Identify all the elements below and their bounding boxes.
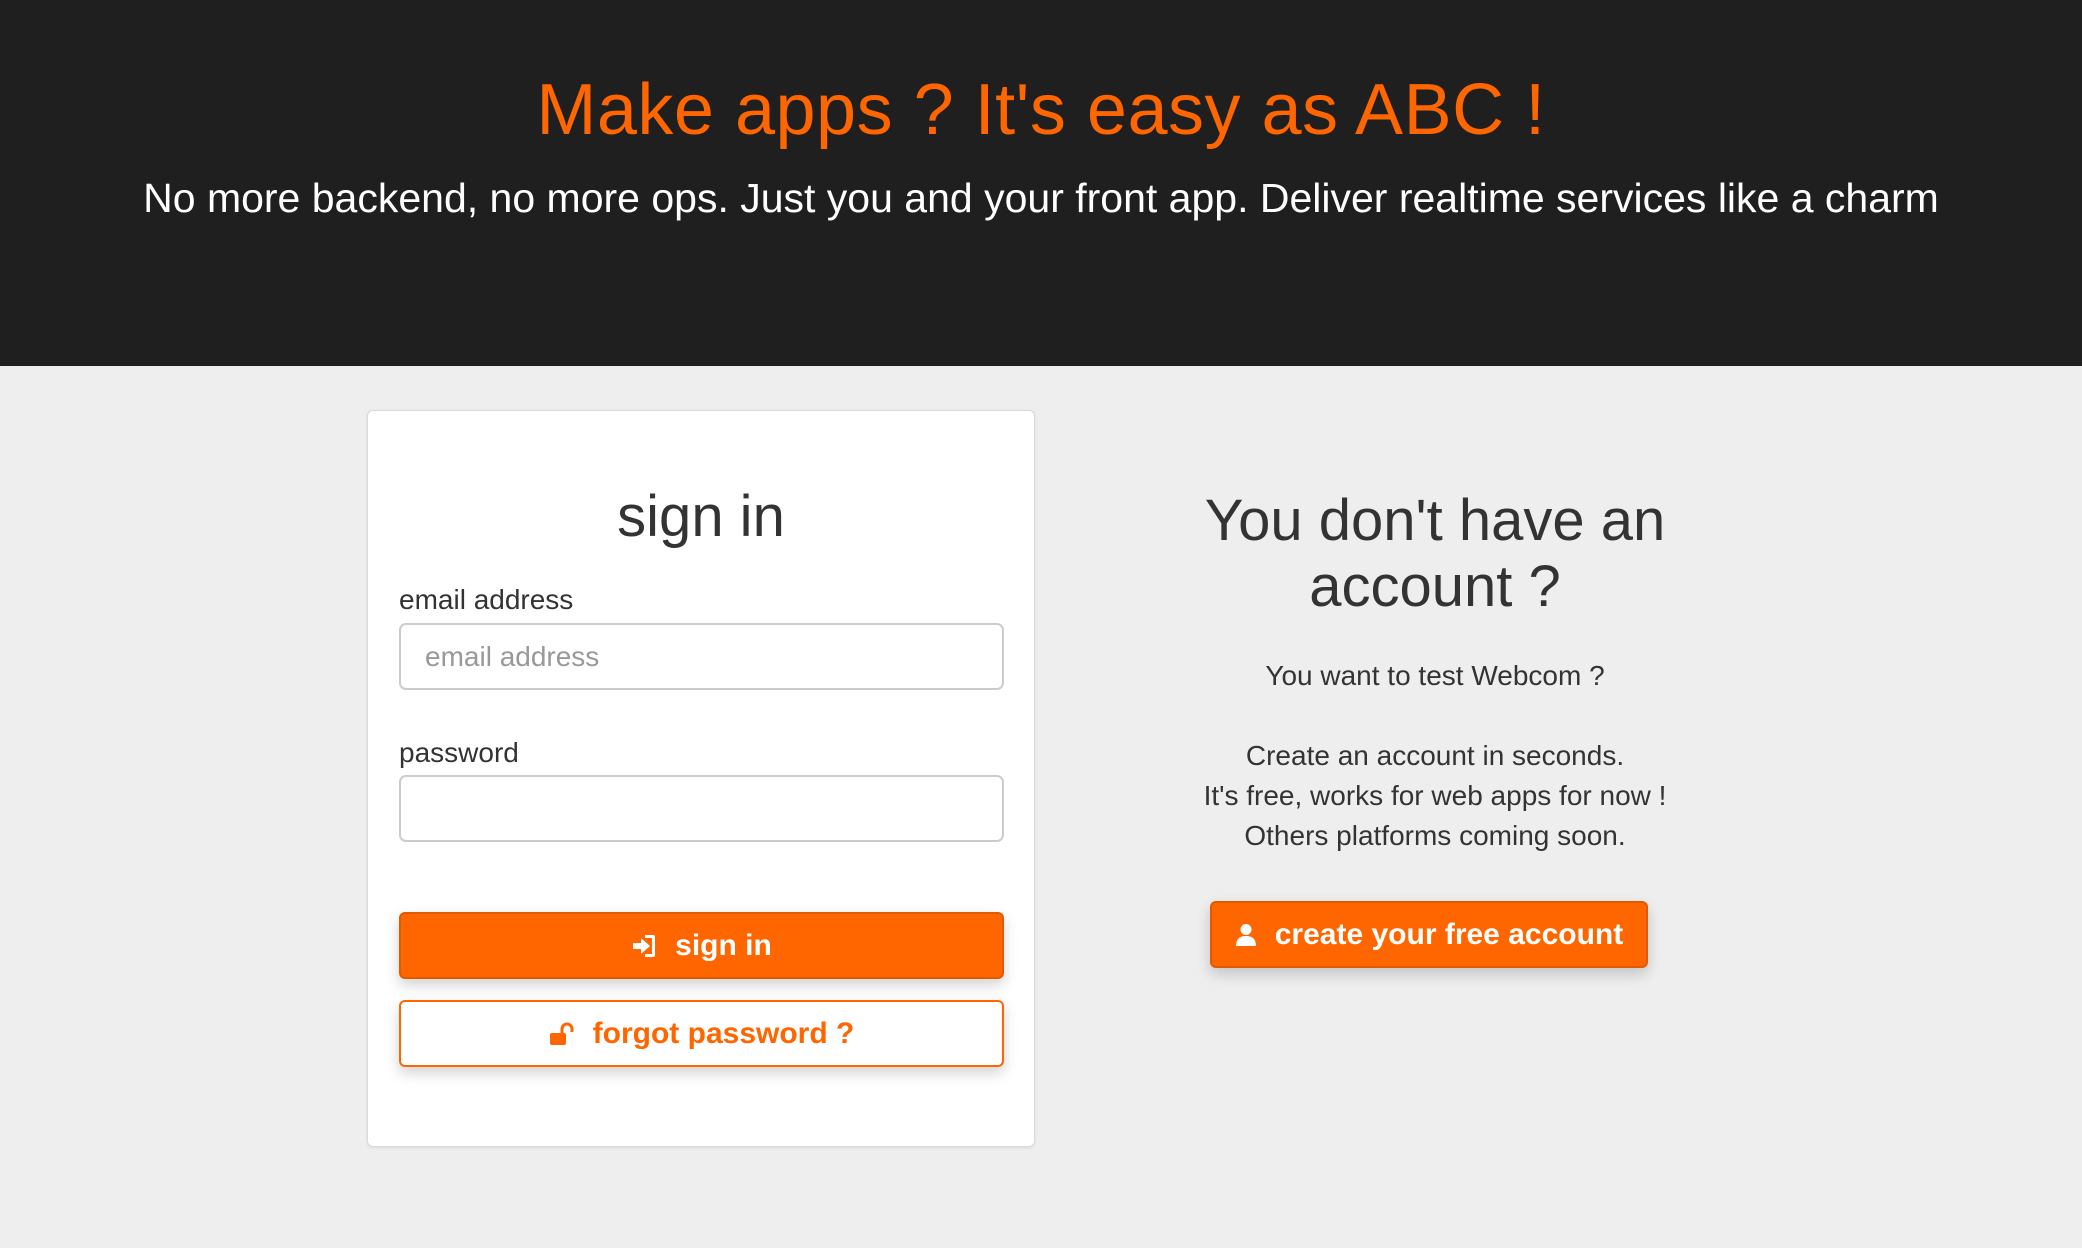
email-input[interactable]	[399, 623, 1004, 690]
forgot-password-label: forgot password ?	[592, 1016, 855, 1050]
create-account-title-line1: You don't have an	[1204, 488, 1666, 553]
create-account-description: Create an account in seconds. It's free,…	[1135, 736, 1735, 856]
create-account-button-label: create your free account	[1274, 917, 1624, 951]
create-account-title-line2: account ?	[1309, 554, 1561, 619]
hero-subtitle: No more backend, no more ops. Just you a…	[143, 175, 1939, 221]
create-account-panel: You don't have an account ? You want to …	[1135, 488, 1735, 856]
sign-in-button-label: sign in	[675, 928, 772, 962]
password-input[interactable]	[399, 775, 1004, 842]
email-label: email address	[399, 584, 574, 615]
user-icon	[1235, 923, 1257, 947]
hero-title: Make apps ? It's easy as ABC !	[536, 70, 1546, 150]
forgot-password-button[interactable]: forgot password ?	[399, 1000, 1004, 1067]
unlock-icon	[549, 1021, 575, 1047]
sign-in-button[interactable]: sign in	[399, 912, 1004, 979]
sign-in-card: sign in email address password sign in f…	[367, 410, 1035, 1147]
create-account-intro: You want to test Webcom ?	[1265, 660, 1605, 691]
create-account-button[interactable]: create your free account	[1210, 901, 1648, 968]
create-account-line: Others platforms coming soon.	[1244, 820, 1626, 851]
password-label: password	[399, 737, 519, 768]
create-account-line: It's free, works for web apps for now !	[1203, 780, 1667, 811]
sign-in-title: sign in	[617, 484, 785, 549]
hero-banner: Make apps ? It's easy as ABC ! No more b…	[0, 0, 2082, 366]
create-account-title: You don't have an account ?	[1135, 488, 1735, 620]
sign-in-icon	[631, 933, 657, 959]
create-account-line: Create an account in seconds.	[1245, 740, 1625, 771]
